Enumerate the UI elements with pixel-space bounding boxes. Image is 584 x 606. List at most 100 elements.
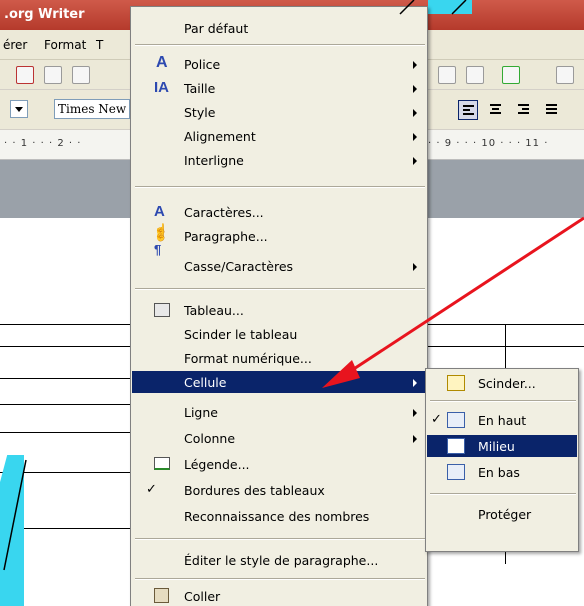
submenu-arrow-icon	[413, 61, 417, 69]
style-dropdown-button[interactable]	[10, 100, 28, 118]
checkmark-icon: ✓	[146, 482, 157, 497]
table-border-line	[428, 346, 584, 347]
menu-separator	[135, 44, 425, 46]
submenu-arrow-icon	[413, 133, 417, 141]
menu-item-label: Légende...	[184, 457, 250, 472]
submenu-arrow-icon	[413, 157, 417, 165]
window-title: .org Writer	[4, 7, 85, 22]
menu-item-label: Taille	[184, 81, 216, 96]
split-cell-icon	[447, 375, 465, 391]
menu-item-tableau[interactable]: Tableau...	[132, 299, 426, 321]
menu-item-label: Paragraphe...	[184, 229, 268, 244]
menu-item-label: Caractères...	[184, 205, 264, 220]
align-middle-icon	[447, 438, 465, 454]
menu-item-editer-style-paragraphe[interactable]: Éditer le style de paragraphe...	[132, 549, 426, 571]
align-bottom-icon	[447, 464, 465, 480]
submenu-arrow-icon	[413, 409, 417, 417]
menu-item-alignement[interactable]: Alignement	[132, 125, 426, 147]
menu-item-format[interactable]: Format	[44, 38, 86, 52]
menu-item-paragraphe[interactable]: ☝¶ Paragraphe...	[132, 225, 426, 257]
menu-item-police[interactable]: A Police	[132, 53, 426, 75]
submenu-arrow-icon	[413, 435, 417, 443]
submenu-item-proteger[interactable]: Protéger	[427, 503, 577, 525]
cyan-decoration-top	[428, 0, 472, 14]
menu-item-label: Alignement	[184, 129, 256, 144]
menu-item-style[interactable]: Style	[132, 101, 426, 123]
menu-item-ligne[interactable]: Ligne	[132, 401, 426, 423]
cyan-decoration-left	[0, 455, 24, 606]
menu-item-colonne[interactable]: Colonne	[132, 427, 426, 449]
menu-item-label: Ligne	[184, 405, 218, 420]
menu-item-label: Éditer le style de paragraphe...	[184, 553, 379, 568]
print-icon[interactable]	[44, 66, 62, 84]
menu-item-scinder-tableau[interactable]: Scinder le tableau	[132, 323, 426, 345]
menu-item-label: Format numérique...	[184, 351, 312, 366]
context-menu: Par défaut A Police IA Taille Style Alig…	[130, 6, 428, 606]
menu-separator	[135, 578, 425, 580]
menu-item-reconnaissance-nombres[interactable]: Reconnaissance des nombres	[132, 505, 426, 527]
menu-item-label: Reconnaissance des nombres	[184, 509, 370, 524]
menu-item-label: Cellule	[184, 375, 227, 390]
menu-item-cellule[interactable]: Cellule	[132, 371, 426, 393]
table-border-line	[0, 432, 130, 433]
menu-item-caracteres[interactable]: A☝ Caractères...	[132, 201, 426, 236]
menu-item-coller[interactable]: Coller	[132, 585, 426, 606]
table-border-line	[0, 378, 130, 379]
align-left-button[interactable]	[458, 100, 478, 120]
menu-item-taille[interactable]: IA Taille	[132, 77, 426, 99]
justify-button[interactable]	[542, 100, 562, 120]
menu-item-bordures-tableaux[interactable]: ✓ Bordures des tableaux	[132, 479, 426, 501]
submenu-item-milieu[interactable]: Milieu	[427, 435, 577, 457]
find-replace-icon[interactable]	[556, 66, 574, 84]
menu-item-legende[interactable]: Légende...	[132, 453, 426, 475]
submenu-arrow-icon	[413, 379, 417, 387]
caption-icon	[154, 457, 170, 470]
table-border-line	[0, 324, 130, 325]
font-icon: A	[156, 54, 168, 71]
ruler-ticks-right: · · 9 · · · 10 · · · 11 ·	[428, 138, 549, 149]
menu-separator	[430, 493, 576, 495]
menu-item-label: Police	[184, 57, 221, 72]
menu-item-label: Coller	[184, 589, 221, 604]
character-icon: A☝	[154, 203, 168, 236]
cell-submenu: Scinder... ✓ En haut Milieu En bas Proté…	[425, 368, 579, 552]
insert-table-icon[interactable]	[466, 66, 484, 84]
menu-separator	[135, 538, 425, 540]
submenu-item-en-haut[interactable]: ✓ En haut	[427, 409, 577, 431]
menu-item-label: Colonne	[184, 431, 236, 446]
menu-item-interligne[interactable]: Interligne	[132, 149, 426, 171]
menu-item-label: Scinder le tableau	[184, 327, 298, 342]
submenu-arrow-icon	[413, 109, 417, 117]
menu-item-edit[interactable]: érer	[3, 38, 27, 52]
menu-item-casse-caracteres[interactable]: Casse/Caractères	[132, 255, 426, 277]
paste-icon	[154, 588, 169, 603]
export-pdf-icon[interactable]	[16, 66, 34, 84]
menu-item-label: Casse/Caractères	[184, 259, 294, 274]
align-center-button[interactable]	[486, 100, 506, 120]
ruler-ticks-left: · · 1 · · · 2 · ·	[4, 138, 82, 149]
table-icon	[154, 303, 170, 317]
draw-functions-icon[interactable]	[502, 66, 520, 84]
menu-separator	[135, 288, 425, 290]
submenu-item-label: Milieu	[478, 439, 515, 454]
menu-item-par-defaut[interactable]: Par défaut	[132, 17, 426, 39]
submenu-item-label: En haut	[478, 413, 527, 428]
submenu-item-en-bas[interactable]: En bas	[427, 461, 577, 483]
menu-item-label: Interligne	[184, 153, 244, 168]
hyperlink-icon[interactable]	[438, 66, 456, 84]
align-right-button[interactable]	[514, 100, 534, 120]
align-top-icon	[447, 412, 465, 428]
menu-item-label: Style	[184, 105, 216, 120]
menu-item-label: Par défaut	[184, 21, 249, 36]
submenu-item-label: En bas	[478, 465, 520, 480]
font-size-icon: IA	[154, 79, 169, 96]
submenu-item-scinder[interactable]: Scinder...	[427, 372, 577, 394]
table-border-line	[0, 404, 130, 405]
menu-item-tools[interactable]: T	[96, 38, 103, 52]
submenu-item-label: Protéger	[478, 507, 532, 522]
menu-item-format-numerique[interactable]: Format numérique...	[132, 347, 426, 369]
table-border-line	[428, 324, 584, 325]
table-border-line	[0, 346, 130, 347]
print-preview-icon[interactable]	[72, 66, 90, 84]
font-name-box[interactable]: Times New	[54, 99, 130, 119]
